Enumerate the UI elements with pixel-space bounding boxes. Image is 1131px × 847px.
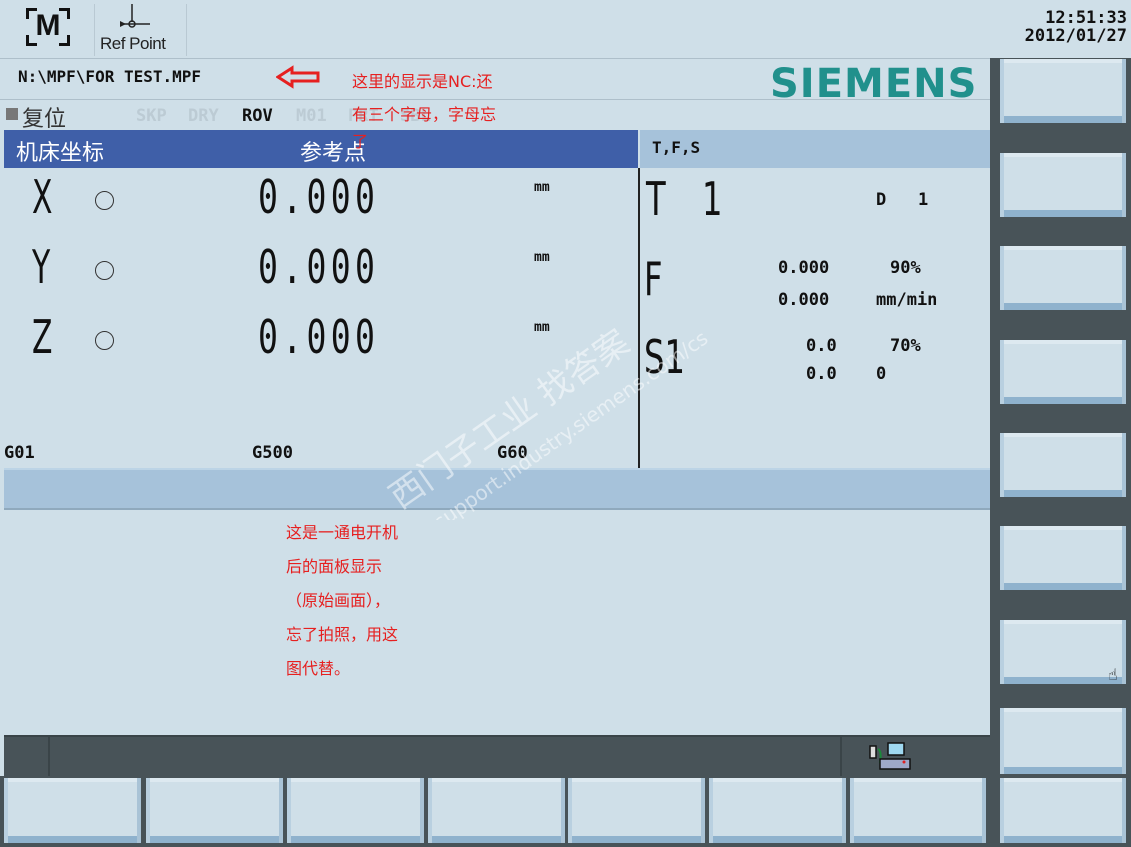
spindle-label: S1 bbox=[644, 330, 685, 384]
annotation-top-line: 这里的显示是NC:还 bbox=[352, 72, 493, 91]
hand-cursor-icon: ☝ bbox=[1108, 665, 1118, 684]
flag-skp: SKP bbox=[136, 106, 167, 126]
flag-rov: ROV bbox=[242, 106, 273, 126]
ref-point-indicator: Ref Point bbox=[96, 4, 187, 56]
spindle-actual: 0.0 bbox=[806, 336, 837, 356]
axis-status-icon bbox=[95, 331, 114, 350]
feed-unit: mm/min bbox=[876, 290, 938, 310]
position-header: 机床坐标 参考点 bbox=[4, 130, 638, 168]
axis-row-y: Y 0.000 mm bbox=[4, 238, 638, 308]
vertical-softkey-5[interactable] bbox=[1000, 433, 1126, 497]
annotation-middle-line: 后的面板显示 bbox=[286, 557, 383, 576]
axis-value: 0.000 bbox=[258, 310, 380, 364]
annotation-arrow-icon bbox=[276, 65, 320, 89]
tool-label: T bbox=[646, 172, 666, 226]
feed-label: F bbox=[644, 252, 663, 306]
axis-row-z: Z 0.000 mm bbox=[4, 308, 638, 378]
annotation-top-line: 有三个字母，字母忘 bbox=[352, 105, 497, 124]
program-path-row: N:\MPF\FOR TEST.MPF SIEMENS bbox=[0, 59, 990, 107]
clock-date: 2012/01/27 bbox=[1024, 26, 1127, 46]
vertical-softkey-8[interactable] bbox=[1000, 708, 1126, 774]
horizontal-softkey-6[interactable] bbox=[709, 778, 846, 843]
axis-value: 0.000 bbox=[258, 170, 380, 224]
reset-state-icon bbox=[6, 108, 18, 120]
horizontal-softkey-7[interactable] bbox=[850, 778, 986, 843]
axis-status-icon bbox=[95, 261, 114, 280]
status-divider bbox=[840, 737, 842, 778]
bottom-status-bar bbox=[4, 735, 990, 778]
annotation-middle-line: 图代替。 bbox=[286, 659, 351, 678]
d-number: 1 bbox=[918, 190, 929, 210]
gcode-group3: G60 bbox=[497, 443, 528, 463]
flag-dry: DRY bbox=[188, 106, 219, 126]
tfs-header-label: T,F,S bbox=[652, 138, 701, 157]
vertical-softkey-3[interactable] bbox=[1000, 246, 1126, 310]
axis-unit: mm bbox=[534, 320, 550, 335]
horizontal-softkey-8[interactable] bbox=[1000, 778, 1126, 843]
feed-set: 0.000 bbox=[778, 290, 830, 310]
gcode-group2: G500 bbox=[252, 443, 293, 463]
horizontal-softkey-1[interactable] bbox=[4, 778, 141, 843]
machine-mode-icon: M bbox=[26, 8, 70, 46]
horizontal-softkey-3[interactable] bbox=[287, 778, 424, 843]
horizontal-softkey-row bbox=[0, 776, 990, 847]
annotation-top-line: 了 bbox=[352, 132, 369, 151]
axis-name: X bbox=[32, 170, 53, 224]
vertical-softkey-4[interactable] bbox=[1000, 340, 1126, 404]
annotation-middle-line: （原始画面）， bbox=[286, 591, 391, 610]
d-label: D bbox=[876, 190, 887, 210]
horizontal-softkey-5[interactable] bbox=[568, 778, 705, 843]
axis-name: Y bbox=[32, 240, 51, 294]
axis-unit: mm bbox=[534, 180, 550, 195]
clock-time: 12:51:33 bbox=[1045, 8, 1127, 28]
spindle-extra: 0 bbox=[876, 364, 887, 384]
horizontal-softkey-4[interactable] bbox=[428, 778, 565, 843]
axis-value: 0.000 bbox=[258, 240, 380, 294]
axis-row-x: X 0.000 mm bbox=[4, 168, 638, 238]
top-bar: M Ref Point bbox=[0, 0, 990, 59]
mode-indicator: M bbox=[4, 4, 95, 56]
axis-status-icon bbox=[95, 191, 114, 210]
tool-number: 1 bbox=[702, 172, 723, 226]
vertical-softkey-1[interactable] bbox=[1000, 59, 1126, 123]
clock: 12:51:33 2012/01/27 bbox=[992, 0, 1131, 58]
gcode-group1: G01 bbox=[4, 443, 35, 463]
spindle-override: 70% bbox=[890, 336, 921, 356]
axis-name: Z bbox=[32, 310, 53, 364]
channel-state: 复位 bbox=[22, 107, 67, 132]
axis-unit: mm bbox=[534, 250, 550, 265]
mode-letter: M bbox=[35, 9, 61, 42]
status-divider bbox=[48, 737, 50, 778]
annotation-middle-line: 这是一通电开机 bbox=[286, 523, 399, 542]
message-band bbox=[4, 468, 990, 510]
vertical-softkey-6[interactable] bbox=[1000, 526, 1126, 590]
program-path: N:\MPF\FOR TEST.MPF bbox=[18, 67, 202, 86]
spindle-set: 0.0 bbox=[806, 364, 837, 384]
tfs-header: T,F,S bbox=[640, 130, 990, 168]
flag-m01: M01 bbox=[296, 106, 327, 126]
feed-actual: 0.000 bbox=[778, 258, 830, 278]
ref-point-icon bbox=[120, 4, 150, 28]
ref-point-label: Ref Point bbox=[100, 34, 166, 53]
annotation-middle-line: 忘了拍照，用这 bbox=[286, 625, 399, 644]
connection-status-icon bbox=[869, 742, 911, 770]
position-header-title: 机床坐标 bbox=[16, 141, 105, 166]
vertical-softkey-2[interactable] bbox=[1000, 153, 1126, 217]
horizontal-softkey-2[interactable] bbox=[146, 778, 283, 843]
vertical-softkey-column bbox=[990, 58, 1131, 847]
feed-override: 90% bbox=[890, 258, 921, 278]
panel-divider bbox=[638, 168, 640, 468]
